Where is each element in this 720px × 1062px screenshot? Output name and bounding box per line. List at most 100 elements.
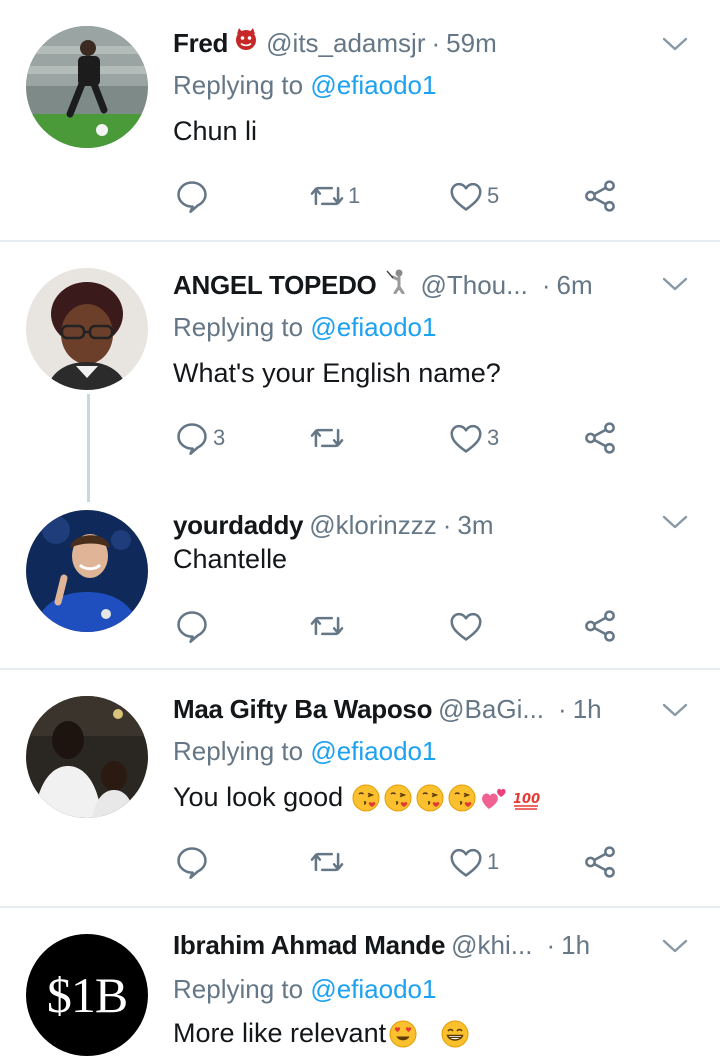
- user-handle[interactable]: @klorinzzz: [309, 510, 437, 541]
- share-button[interactable]: [581, 604, 619, 648]
- tweet-header: Ibrahim Ahmad Mande @khi... · 1h: [173, 930, 630, 970]
- separator-dot: ·: [558, 694, 567, 724]
- avatar-photo-child: [26, 268, 148, 390]
- display-name[interactable]: Fred: [173, 28, 228, 59]
- tweet-text: Chun li: [173, 116, 257, 147]
- chevron-down-icon[interactable]: [660, 512, 690, 532]
- kissing-face-emoji-icon: [383, 783, 413, 813]
- retweet-icon: [308, 843, 346, 881]
- reply-button[interactable]: 3: [173, 416, 225, 460]
- tweet-text-content: Chun li: [173, 116, 258, 146]
- tweet-text-content: Chantelle: [173, 544, 288, 574]
- mention-link[interactable]: @efiaodo1: [310, 974, 436, 1004]
- tweet-text-content: More like relevant: [173, 1018, 387, 1048]
- avatar[interactable]: [26, 696, 148, 818]
- action-bar: 1: [173, 840, 643, 884]
- retweet-icon: [308, 419, 346, 457]
- user-handle[interactable]: @its_adamsjr: [266, 28, 425, 59]
- heart-icon: [447, 177, 485, 215]
- tweet-text-content: You look good: [173, 782, 344, 812]
- tweet-3[interactable]: yourdaddy @klorinzzz · 3m Chantelle: [0, 500, 720, 668]
- retweet-button[interactable]: [308, 416, 348, 460]
- tweet-1[interactable]: Fred @its_adamsjr · 59m Replying to @efi…: [0, 0, 720, 240]
- retweet-button[interactable]: [308, 840, 348, 884]
- reply-button[interactable]: [173, 174, 213, 218]
- timestamp[interactable]: 6m: [556, 270, 592, 301]
- display-name[interactable]: Ibrahim Ahmad Mande: [173, 930, 445, 961]
- chevron-down-icon[interactable]: [660, 274, 690, 294]
- like-count: 1: [487, 849, 500, 874]
- like-count: 3: [487, 425, 500, 450]
- separator-dot: ·: [431, 28, 441, 58]
- like-button[interactable]: 3: [447, 416, 499, 460]
- timestamp[interactable]: 59m: [446, 28, 497, 59]
- replying-to-line: Replying to @efiaodo1: [173, 312, 436, 343]
- reply-button[interactable]: [173, 604, 213, 648]
- like-button[interactable]: 5: [447, 174, 499, 218]
- kissing-face-emoji-icon: [351, 783, 381, 813]
- retweet-button[interactable]: 1: [308, 174, 360, 218]
- mention-link[interactable]: @efiaodo1: [310, 312, 436, 342]
- replying-to-line: Replying to @efiaodo1: [173, 736, 436, 767]
- share-button[interactable]: [581, 840, 619, 884]
- timestamp[interactable]: 1h: [561, 930, 590, 961]
- tweet-5[interactable]: $1B Ibrahim Ahmad Mande @khi... · 1h Rep…: [0, 908, 720, 1062]
- timestamp[interactable]: 3m: [457, 510, 493, 541]
- share-icon: [581, 607, 619, 645]
- tweet-text: You look good: [173, 782, 541, 813]
- devil-emoji-icon: [236, 28, 257, 50]
- tweet-text-content: What's your English name?: [173, 358, 501, 388]
- avatar[interactable]: $1B: [26, 934, 148, 1056]
- heart-icon: [447, 607, 485, 645]
- user-handle[interactable]: @khi...: [451, 930, 532, 961]
- avatar[interactable]: [26, 268, 148, 390]
- reply-icon: [173, 607, 211, 645]
- separator-dot: ·: [442, 510, 452, 540]
- separator-dot: ·: [541, 270, 551, 300]
- separator-dot: ·: [546, 930, 556, 960]
- avatar-photo-footballer: [26, 26, 148, 148]
- fencer-emoji-icon: [386, 269, 405, 294]
- action-bar: 3 3: [173, 416, 643, 460]
- like-button[interactable]: 1: [447, 840, 499, 884]
- mention-link[interactable]: @efiaodo1: [310, 736, 436, 766]
- user-handle[interactable]: @BaGi...: [438, 694, 544, 725]
- tweet-4[interactable]: Maa Gifty Ba Waposo @BaGi... · 1h Replyi…: [0, 670, 720, 906]
- avatar[interactable]: [26, 510, 148, 632]
- reply-icon: [173, 177, 211, 215]
- replying-to-label: Replying to: [173, 736, 304, 766]
- share-icon: [581, 177, 619, 215]
- reply-icon: [173, 843, 211, 881]
- thread-connector-line: [87, 394, 90, 502]
- timestamp[interactable]: 1h: [573, 694, 602, 725]
- tweet-2[interactable]: ANGEL TOPEDO @Thou... · 6m Replying to @…: [0, 242, 720, 500]
- share-icon: [581, 843, 619, 881]
- replying-to-line: Replying to @efiaodo1: [173, 70, 436, 101]
- share-button[interactable]: [581, 174, 619, 218]
- display-name[interactable]: yourdaddy: [173, 510, 304, 541]
- reply-button[interactable]: [173, 840, 213, 884]
- display-name[interactable]: Maa Gifty Ba Waposo: [173, 694, 432, 725]
- kissing-face-emoji-icon: [447, 783, 477, 813]
- hundred-points-emoji-icon: [511, 783, 541, 813]
- share-button[interactable]: [581, 416, 619, 460]
- like-button[interactable]: [447, 604, 487, 648]
- avatar[interactable]: [26, 26, 148, 148]
- chevron-down-icon[interactable]: [660, 936, 690, 956]
- replying-to-label: Replying to: [173, 312, 304, 342]
- heart-icon: [447, 419, 485, 457]
- replying-to-label: Replying to: [173, 974, 304, 1004]
- tweet-header: Maa Gifty Ba Waposo @BaGi... · 1h: [173, 694, 630, 734]
- user-handle[interactable]: @Thou...: [420, 270, 527, 301]
- avatar-photo-footballer: [26, 510, 148, 632]
- heart-eyes-emoji-icon: [388, 1019, 418, 1049]
- replying-to-line: Replying to @efiaodo1: [173, 974, 436, 1005]
- tweet-text: More like relevant: [173, 1018, 470, 1049]
- chevron-down-icon[interactable]: [660, 34, 690, 54]
- chevron-down-icon[interactable]: [660, 700, 690, 720]
- two-hearts-emoji-icon: [479, 783, 509, 813]
- mention-link[interactable]: @efiaodo1: [310, 70, 436, 100]
- retweet-button[interactable]: [308, 604, 348, 648]
- tweet-text: What's your English name?: [173, 358, 501, 389]
- display-name[interactable]: ANGEL TOPEDO: [173, 270, 377, 301]
